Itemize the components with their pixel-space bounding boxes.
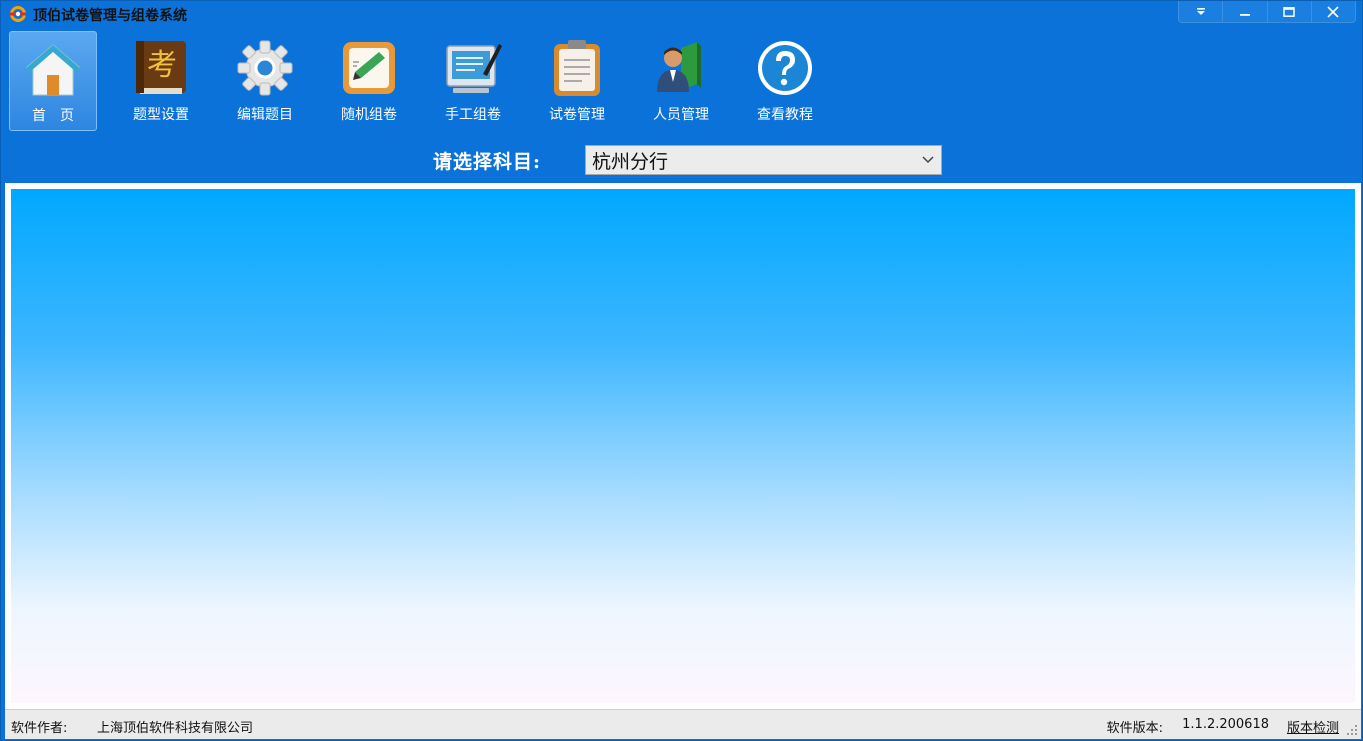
dropdown-button[interactable] — [1179, 1, 1224, 22]
toolbar-label: 查看教程 — [757, 107, 813, 123]
toolbar-label: 首 页 — [32, 108, 74, 124]
gear-icon — [237, 40, 293, 96]
chevron-down-icon — [922, 156, 934, 164]
main-window: 顶伯试卷管理与组卷系统 首 页 考 题型设置 编辑题目 随机组卷 手工组卷 试卷… — [0, 0, 1363, 741]
dropdown-icon — [1196, 7, 1205, 15]
toolbar-question-types[interactable]: 考 题型设置 — [109, 31, 213, 131]
app-logo-icon — [10, 6, 26, 22]
exam-book-icon: 考 — [136, 41, 186, 94]
maximize-icon — [1283, 6, 1295, 17]
resize-grip-icon[interactable] — [1346, 724, 1358, 736]
content-frame — [5, 183, 1361, 709]
monitor-pen-icon — [446, 44, 502, 93]
user-book-icon — [657, 42, 701, 92]
subject-select[interactable]: 杭州分行 — [585, 145, 942, 175]
window-controls — [1178, 1, 1356, 23]
svg-text:考: 考 — [147, 48, 177, 83]
minimize-icon — [1239, 13, 1250, 16]
version-value: 1.1.2.200618 — [1182, 717, 1269, 732]
subject-selector-row: 请选择科目: 杭州分行 — [433, 144, 942, 176]
status-bar: 软件作者: 上海顶伯软件科技有限公司 软件版本: 1.1.2.200618 版本… — [5, 709, 1361, 739]
clipboard-icon — [554, 40, 600, 96]
subject-label: 请选择科目: — [433, 150, 542, 173]
pencil-paper-icon — [343, 42, 395, 94]
close-icon — [1327, 5, 1339, 18]
main-toolbar: 首 页 考 题型设置 编辑题目 随机组卷 手工组卷 试卷管理 人员管理 查看教程 — [1, 31, 837, 133]
toolbar-home[interactable]: 首 页 — [9, 31, 97, 131]
toolbar-label: 试卷管理 — [549, 107, 605, 123]
toolbar-label: 题型设置 — [133, 107, 189, 123]
version-check-link[interactable]: 版本检测 — [1287, 717, 1339, 736]
toolbar-manual-paper[interactable]: 手工组卷 — [421, 31, 525, 131]
title-bar[interactable]: 顶伯试卷管理与组卷系统 — [1, 1, 1362, 27]
minimize-button[interactable] — [1223, 1, 1268, 22]
toolbar-edit-questions[interactable]: 编辑题目 — [213, 31, 317, 131]
toolbar-label: 手工组卷 — [445, 107, 501, 123]
toolbar-staff-management[interactable]: 人员管理 — [629, 31, 733, 131]
toolbar-random-paper[interactable]: 随机组卷 — [317, 31, 421, 131]
toolbar-label: 人员管理 — [653, 107, 709, 123]
author-label: 软件作者: — [11, 721, 68, 736]
close-button[interactable] — [1312, 1, 1355, 22]
content-panel — [11, 189, 1355, 703]
subject-value: 杭州分行 — [592, 150, 669, 173]
version-label: 软件版本: — [1106, 721, 1163, 736]
home-icon — [25, 44, 81, 96]
help-icon — [758, 41, 812, 95]
window-title: 顶伯试卷管理与组卷系统 — [33, 8, 187, 24]
toolbar-label: 随机组卷 — [341, 107, 397, 123]
toolbar-tutorial[interactable]: 查看教程 — [733, 31, 837, 131]
toolbar-paper-management[interactable]: 试卷管理 — [525, 31, 629, 131]
author-value: 上海顶伯软件科技有限公司 — [97, 721, 254, 736]
toolbar-label: 编辑题目 — [237, 107, 293, 123]
maximize-button[interactable] — [1268, 1, 1312, 22]
